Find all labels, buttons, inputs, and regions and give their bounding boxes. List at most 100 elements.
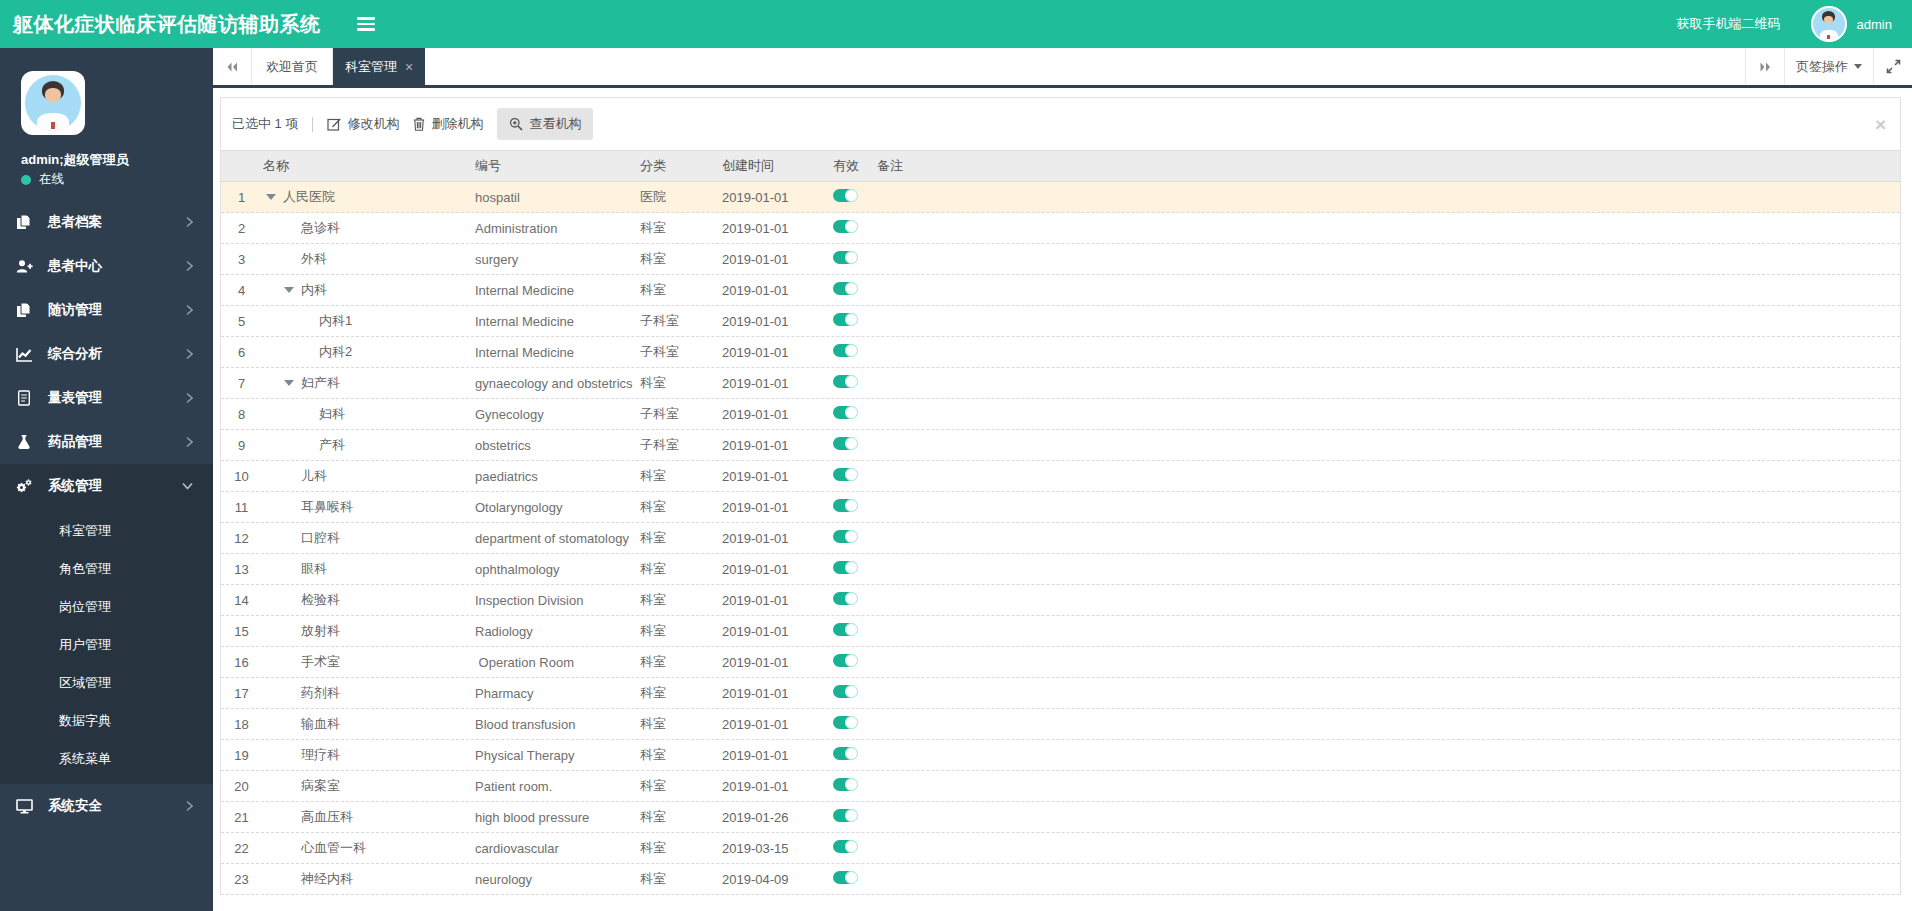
sidebar-item-药品管理[interactable]: 药品管理 xyxy=(0,420,213,464)
valid-toggle[interactable] xyxy=(833,313,857,326)
table-row[interactable]: 18输血科Blood transfusion科室2019-01-01 xyxy=(221,709,1900,740)
delete-org-button[interactable]: 删除机构 xyxy=(413,115,483,133)
valid-toggle[interactable] xyxy=(833,623,857,636)
table-row[interactable]: 14检验科Inspection Division科室2019-01-01 xyxy=(221,585,1900,616)
table-row[interactable]: 5内科1Internal Medicine子科室2019-01-01 xyxy=(221,306,1900,337)
edit-org-button[interactable]: 修改机构 xyxy=(327,115,399,133)
topbar-avatar[interactable] xyxy=(1811,6,1847,42)
row-number: 18 xyxy=(221,717,262,732)
table-row[interactable]: 6内科2Internal Medicine子科室2019-01-01 xyxy=(221,337,1900,368)
fullscreen-toggle-button[interactable] xyxy=(1873,48,1912,85)
valid-toggle[interactable] xyxy=(833,809,857,822)
table-row[interactable]: 1人民医院hospatil医院2019-01-01 xyxy=(221,182,1900,213)
sidebar-subitem-科室管理[interactable]: 科室管理 xyxy=(0,512,213,550)
valid-toggle[interactable] xyxy=(833,654,857,667)
column-header-remark[interactable]: 备注 xyxy=(877,157,1900,175)
tab-department-management[interactable]: 科室管理 × xyxy=(333,48,425,85)
valid-toggle[interactable] xyxy=(833,282,857,295)
cell-category: 科室 xyxy=(634,281,717,299)
valid-toggle[interactable] xyxy=(833,747,857,760)
table-row[interactable]: 12口腔科department of stomatology科室2019-01-… xyxy=(221,523,1900,554)
sidebar-subitem-角色管理[interactable]: 角色管理 xyxy=(0,550,213,588)
view-org-button[interactable]: 查看机构 xyxy=(497,108,593,140)
sidebar-subitem-岗位管理[interactable]: 岗位管理 xyxy=(0,588,213,626)
valid-toggle[interactable] xyxy=(833,530,857,543)
valid-toggle[interactable] xyxy=(833,871,857,884)
table-row[interactable]: 11耳鼻喉科Otolaryngology科室2019-01-01 xyxy=(221,492,1900,523)
table-row[interactable]: 16手术室 Operation Room科室2019-01-01 xyxy=(221,647,1900,678)
cell-name: 检验科 xyxy=(262,591,470,609)
tree-collapse-icon[interactable] xyxy=(264,194,283,200)
sidebar-item-系统管理[interactable]: 系统管理 xyxy=(0,464,213,508)
panel-close-icon[interactable]: × xyxy=(1875,115,1886,134)
valid-toggle[interactable] xyxy=(833,840,857,853)
valid-toggle[interactable] xyxy=(833,437,857,450)
valid-toggle[interactable] xyxy=(833,189,857,202)
table-row[interactable]: 19理疗科Physical Therapy科室2019-01-01 xyxy=(221,740,1900,771)
column-header-valid[interactable]: 有效 xyxy=(825,157,877,175)
valid-toggle[interactable] xyxy=(833,406,857,419)
valid-toggle[interactable] xyxy=(833,251,857,264)
tab-scroll-right-button[interactable] xyxy=(1745,48,1784,85)
gears-icon xyxy=(15,478,33,494)
sidebar-item-患者档案[interactable]: 患者档案 xyxy=(0,200,213,244)
sidebar-subitem-区域管理[interactable]: 区域管理 xyxy=(0,664,213,702)
tree-collapse-icon[interactable] xyxy=(282,287,301,293)
cell-name: 病案室 xyxy=(262,777,470,795)
table-row[interactable]: 10儿科paediatrics科室2019-01-01 xyxy=(221,461,1900,492)
table-row[interactable]: 4内科Internal Medicine科室2019-01-01 xyxy=(221,275,1900,306)
sidebar-item-综合分析[interactable]: 综合分析 xyxy=(0,332,213,376)
cell-name: 心血管一科 xyxy=(262,839,470,857)
table-row[interactable]: 3外科surgery科室2019-01-01 xyxy=(221,244,1900,275)
cell-created: 2019-01-01 xyxy=(717,221,825,236)
table-row[interactable]: 13眼科ophthalmology科室2019-01-01 xyxy=(221,554,1900,585)
cell-category: 科室 xyxy=(634,374,717,392)
valid-toggle[interactable] xyxy=(833,375,857,388)
sidebar-item-随访管理[interactable]: 随访管理 xyxy=(0,288,213,332)
valid-toggle[interactable] xyxy=(833,344,857,357)
valid-toggle[interactable] xyxy=(833,220,857,233)
sidebar-subitem-数据字典[interactable]: 数据字典 xyxy=(0,702,213,740)
valid-toggle[interactable] xyxy=(833,778,857,791)
tab-welcome[interactable]: 欢迎首页 xyxy=(252,48,333,85)
sidebar: admin;超级管理员 在线 患者档案患者中心随访管理综合分析量表管理药品管理系… xyxy=(0,48,213,911)
table-row[interactable]: 7妇产科gynaecology and obstetrics科室2019-01-… xyxy=(221,368,1900,399)
column-header-name[interactable]: 名称 xyxy=(262,157,470,175)
row-number: 12 xyxy=(221,531,262,546)
column-header-category[interactable]: 分类 xyxy=(634,157,717,175)
table-row[interactable]: 20病案室Patient room.科室2019-01-01 xyxy=(221,771,1900,802)
valid-toggle[interactable] xyxy=(833,685,857,698)
sidebar-item-患者中心[interactable]: 患者中心 xyxy=(0,244,213,288)
table-row[interactable]: 9产科obstetrics子科室2019-01-01 xyxy=(221,430,1900,461)
files-icon xyxy=(15,214,33,230)
table-row[interactable]: 21高血压科high blood pressure科室2019-01-26 xyxy=(221,802,1900,833)
cell-category: 科室 xyxy=(634,622,717,640)
valid-toggle[interactable] xyxy=(833,716,857,729)
table-row[interactable]: 17药剂科Pharmacy科室2019-01-01 xyxy=(221,678,1900,709)
sidebar-item-系统安全[interactable]: 系统安全 xyxy=(0,784,213,828)
sidebar-subitem-系统菜单[interactable]: 系统菜单 xyxy=(0,740,213,778)
table-row[interactable]: 2急诊科Administration科室2019-01-01 xyxy=(221,213,1900,244)
sidebar-item-量表管理[interactable]: 量表管理 xyxy=(0,376,213,420)
tab-operations-dropdown[interactable]: 页签操作 xyxy=(1784,48,1873,85)
valid-toggle[interactable] xyxy=(833,499,857,512)
column-header-created[interactable]: 创建时间 xyxy=(717,157,825,175)
sidebar-subitem-用户管理[interactable]: 用户管理 xyxy=(0,626,213,664)
table-row[interactable]: 23神经内科neurology科室2019-04-09 xyxy=(221,864,1900,895)
table-row[interactable]: 22心血管一科cardiovascular科室2019-03-15 xyxy=(221,833,1900,864)
valid-toggle[interactable] xyxy=(833,468,857,481)
sidebar-avatar[interactable] xyxy=(21,71,85,135)
qr-code-link[interactable]: 获取手机端二维码 xyxy=(1677,15,1781,33)
topbar-username[interactable]: admin xyxy=(1857,17,1892,32)
hamburger-menu-icon[interactable] xyxy=(357,17,375,31)
row-number: 21 xyxy=(221,810,262,825)
tab-close-icon[interactable]: × xyxy=(405,60,413,74)
tab-scroll-left-button[interactable] xyxy=(213,48,252,85)
valid-toggle[interactable] xyxy=(833,561,857,574)
table-row[interactable]: 8妇科Gynecology子科室2019-01-01 xyxy=(221,399,1900,430)
table-row[interactable]: 15放射科Radiology科室2019-01-01 xyxy=(221,616,1900,647)
tree-collapse-icon[interactable] xyxy=(282,380,301,386)
column-header-code[interactable]: 编号 xyxy=(470,157,634,175)
row-number: 11 xyxy=(221,500,262,515)
valid-toggle[interactable] xyxy=(833,592,857,605)
